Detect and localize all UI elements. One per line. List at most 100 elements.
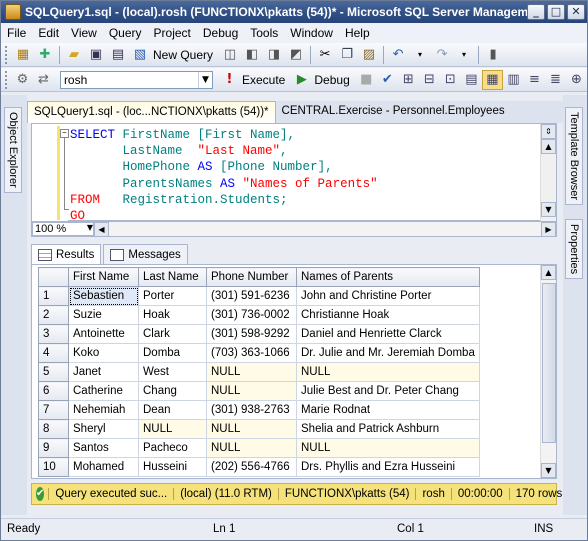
grid-cell[interactable]: Porter	[138, 286, 207, 306]
grid-cell[interactable]: NULL	[296, 438, 480, 458]
new-project-icon[interactable]: ▦	[12, 45, 34, 65]
title-bar[interactable]: SQLQuery1.sql - (local).rosh (FUNCTIONX\…	[1, 1, 587, 23]
query-designer-icon[interactable]: ⊟	[419, 70, 440, 90]
grid-cell[interactable]: West	[138, 362, 207, 382]
change-connection-icon[interactable]: ⇄	[33, 70, 54, 90]
table-row[interactable]: 1 Sebastien Porter (301) 591-6236 John and C…	[38, 286, 480, 306]
comment-icon[interactable]: ≡	[524, 70, 545, 90]
row-number[interactable]: 3	[38, 324, 69, 344]
results-to-file-icon[interactable]: ▥	[503, 70, 524, 90]
template-browser-tab[interactable]: Template Browser	[565, 107, 583, 206]
grid-cell[interactable]: Christianne Hoak	[296, 305, 480, 325]
column-header[interactable]: Phone Number	[206, 267, 297, 287]
execute-button[interactable]: Execute	[242, 73, 285, 87]
estimated-plan-icon[interactable]: ⊞	[398, 70, 419, 90]
grid-cell[interactable]: Hoak	[138, 305, 207, 325]
scroll-right-icon[interactable]: ▶	[541, 221, 556, 237]
debug-icon[interactable]: ▶	[291, 70, 312, 90]
grid-cell[interactable]: Pacheco	[138, 438, 207, 458]
maximize-button[interactable]: □	[547, 4, 565, 20]
object-explorer-tab[interactable]: Object Explorer	[4, 107, 22, 193]
grid-cell[interactable]: Dr. Julie and Mr. Jeremiah Domba	[296, 343, 480, 363]
chevron-down-icon[interactable]: ▼	[197, 71, 212, 88]
grid-cell[interactable]: (301) 736-0002	[206, 305, 297, 325]
db-engine-query-icon[interactable]: ◫	[219, 45, 241, 65]
row-number[interactable]: 7	[38, 400, 69, 420]
grid-cell[interactable]: NULL	[206, 419, 297, 439]
toolbar-grip[interactable]	[5, 45, 9, 64]
row-number[interactable]: 1	[38, 286, 69, 306]
copy-icon[interactable]: ❐	[336, 45, 358, 65]
table-row[interactable]: 8 Sheryl NULL NULL Shelia and Patrick Ashbur…	[38, 419, 480, 439]
grid-cell[interactable]: John and Christine Porter	[296, 286, 480, 306]
results-grid[interactable]: First Name Last Name Phone Number Names …	[31, 264, 557, 479]
connect-icon[interactable]: ⚙	[12, 70, 33, 90]
tab-messages[interactable]: Messages	[103, 244, 188, 265]
properties-tab[interactable]: Properties	[565, 219, 583, 280]
chevron-down-icon[interactable]: ▼	[87, 223, 93, 235]
row-number[interactable]: 5	[38, 362, 69, 382]
redo-icon[interactable]: ↷	[431, 45, 453, 65]
results-to-text-icon[interactable]: ▤	[461, 70, 482, 90]
scroll-left-icon[interactable]: ◀	[94, 221, 109, 237]
sql-code[interactable]: SELECT FirstName [First Name], LastName …	[70, 127, 378, 224]
grid-cell[interactable]: (301) 598-9292	[206, 324, 297, 344]
zoom-dropdown[interactable]: 100 % ▼	[32, 222, 94, 236]
menu-view[interactable]: View	[65, 26, 103, 40]
grid-cell[interactable]: Daniel and Henriette Clarck	[296, 324, 480, 344]
grid-cell[interactable]: Drs. Phyllis and Ezra Husseini	[296, 457, 480, 477]
grid-cell[interactable]: NULL	[206, 438, 297, 458]
grid-cell[interactable]: Suzie	[68, 305, 139, 325]
grid-cell[interactable]: (301) 938-2763	[206, 400, 297, 420]
scroll-up-icon[interactable]: ▲	[541, 139, 556, 154]
menu-project[interactable]: Project	[148, 26, 197, 40]
grid-cell[interactable]: Antoinette	[68, 324, 139, 344]
grid-cell[interactable]: Koko	[68, 343, 139, 363]
tab-results[interactable]: Results	[31, 244, 102, 265]
available-databases-dropdown[interactable]: rosh ▼	[59, 70, 213, 89]
parse-icon[interactable]: ✔	[377, 70, 398, 90]
menu-tools[interactable]: Tools	[244, 26, 284, 40]
grid-cell[interactable]: Catherine	[68, 381, 139, 401]
grid-cell[interactable]: (703) 363-1066	[206, 343, 297, 363]
grid-cell[interactable]: Domba	[138, 343, 207, 363]
uncomment-icon[interactable]: ≣	[545, 70, 566, 90]
grid-cell[interactable]: Mohamed	[68, 457, 139, 477]
grid-cell[interactable]: Dean	[138, 400, 207, 420]
open-file-icon[interactable]: ▰	[63, 45, 85, 65]
scroll-down-icon[interactable]: ▼	[541, 202, 556, 217]
row-number[interactable]: 9	[38, 438, 69, 458]
table-row[interactable]: 5 Janet West NULL NULL	[38, 362, 480, 382]
grid-cell[interactable]: Sheryl	[68, 419, 139, 439]
grid-cell[interactable]: NULL	[296, 362, 480, 382]
grid-vertical-scrollbar[interactable]: ▲ ▼	[540, 265, 556, 478]
grid-cell[interactable]: NULL	[138, 419, 207, 439]
tab-sqlquery1[interactable]: SQLQuery1.sql - (loc...NCTIONX\pkatts (5…	[27, 101, 276, 123]
grid-cell[interactable]: Clark	[138, 324, 207, 344]
cancel-query-icon[interactable]: ■	[356, 70, 377, 90]
collapse-toggle[interactable]: −	[60, 129, 69, 138]
grid-cell[interactable]: Janet	[68, 362, 139, 382]
mdx-query-icon[interactable]: ◧	[241, 45, 263, 65]
grid-cell[interactable]: Marie Rodnat	[296, 400, 480, 420]
undo-icon[interactable]: ↶	[387, 45, 409, 65]
xmla-query-icon[interactable]: ◩	[285, 45, 307, 65]
ssms-app-icon[interactable]	[5, 4, 21, 20]
paste-icon[interactable]: ▨	[358, 45, 380, 65]
table-row[interactable]: 9 Santos Pacheco NULL NULL	[38, 438, 480, 458]
menu-window[interactable]: Window	[284, 26, 339, 40]
table-row[interactable]: 4 Koko Domba (703) 363-1066 Dr. Julie and Mr…	[38, 343, 480, 363]
grid-cell[interactable]: NULL	[206, 362, 297, 382]
grid-cell[interactable]: Santos	[68, 438, 139, 458]
editor-horizontal-scrollbar[interactable]	[109, 222, 541, 236]
column-header[interactable]: Names of Parents	[296, 267, 480, 287]
grid-cell[interactable]: (202) 556-4766	[206, 457, 297, 477]
undo-dropdown-icon[interactable]: ▾	[409, 45, 431, 65]
grid-cell[interactable]: Chang	[138, 381, 207, 401]
results-to-grid-icon[interactable]: ▦	[481, 69, 503, 90]
intellisense-icon[interactable]: ⊡	[440, 70, 461, 90]
menu-edit[interactable]: Edit	[32, 26, 65, 40]
menu-file[interactable]: File	[1, 26, 32, 40]
execute-icon[interactable]: !	[219, 70, 240, 90]
scroll-thumb[interactable]	[542, 283, 556, 443]
